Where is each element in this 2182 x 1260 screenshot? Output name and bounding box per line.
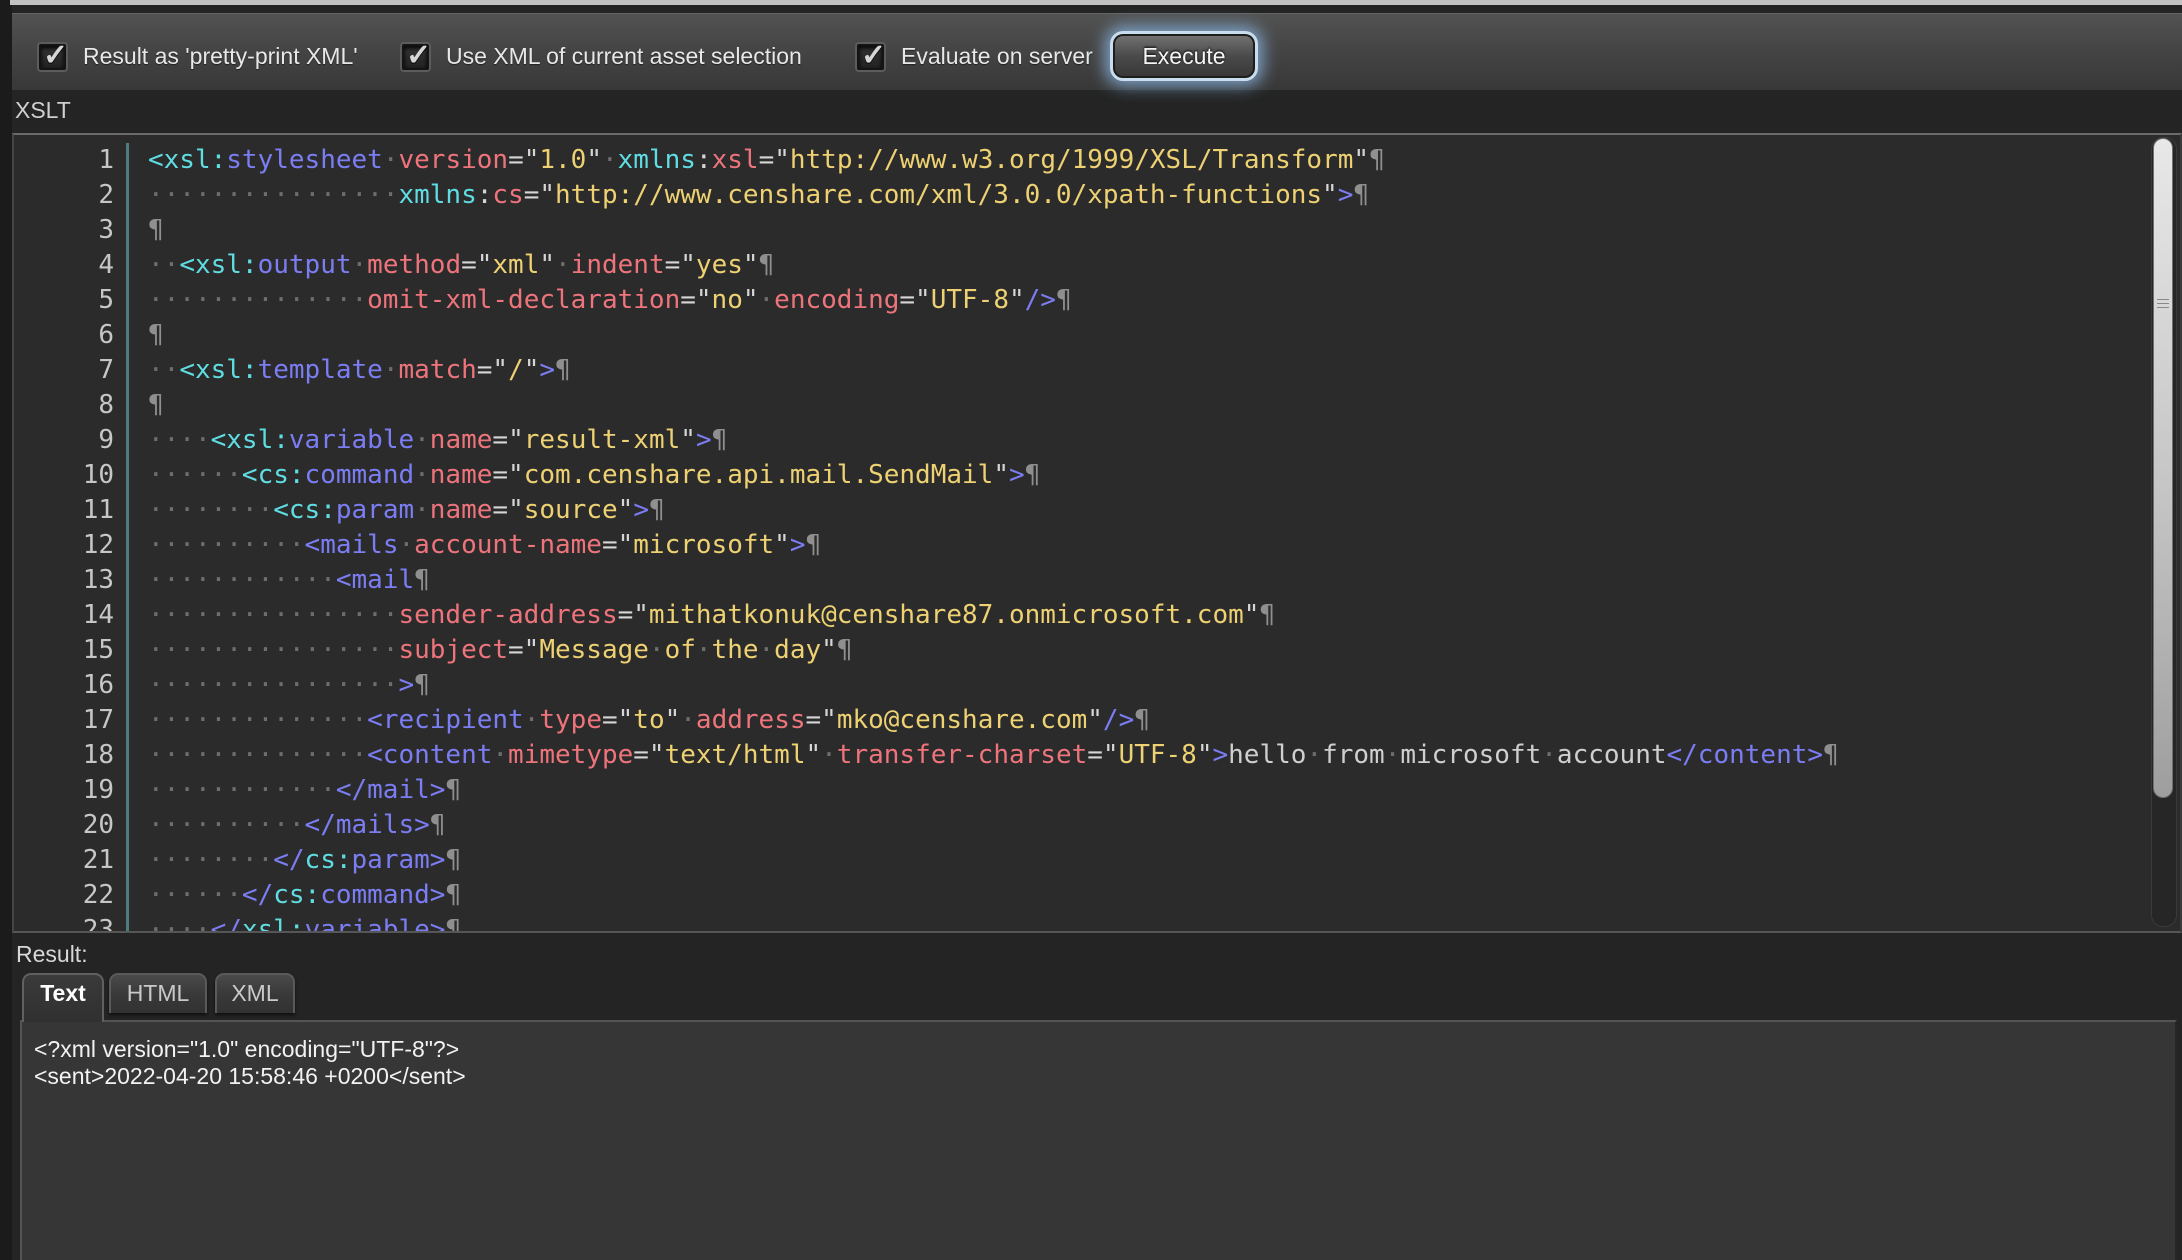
line-number: 12: [14, 528, 129, 563]
code-line[interactable]: 5··············omit-xml-declaration="no"…: [14, 283, 2180, 318]
top-divider-strip: [10, 0, 2182, 5]
line-number: 6: [14, 318, 129, 353]
evaluate-on-server-label: Evaluate on server: [901, 43, 1093, 70]
use-xml-selection-label: Use XML of current asset selection: [446, 43, 802, 70]
line-number: 14: [14, 598, 129, 633]
result-line: <?xml version="1.0" encoding="UTF-8"?>: [34, 1036, 2161, 1063]
code-lines: 1<xsl:stylesheet·version="1.0"·xmlns:xsl…: [14, 143, 2180, 933]
window-left-edge: [0, 0, 12, 1260]
code-text: ······</cs:command>¶: [129, 878, 461, 913]
line-number: 10: [14, 458, 129, 493]
xslt-section-label: XSLT: [15, 97, 71, 124]
line-number: 5: [14, 283, 129, 318]
code-line[interactable]: 18··············<content·mimetype="text/…: [14, 738, 2180, 773]
pretty-print-xml-checkbox[interactable]: ✓: [39, 44, 66, 70]
code-line[interactable]: 16················>¶: [14, 668, 2180, 703]
code-text: ················>¶: [129, 668, 430, 703]
code-text: ¶: [129, 213, 164, 248]
code-line[interactable]: 7··<xsl:template·match="/">¶: [14, 353, 2180, 388]
line-number: 19: [14, 773, 129, 808]
use-xml-selection-checkbox[interactable]: ✓: [402, 44, 429, 70]
code-line[interactable]: 9····<xsl:variable·name="result-xml">¶: [14, 423, 2180, 458]
editor-scrollbar-track[interactable]: [2151, 137, 2177, 927]
code-line[interactable]: 3¶: [14, 213, 2180, 248]
code-text: ········<cs:param·name="source">¶: [129, 493, 665, 528]
line-number: 7: [14, 353, 129, 388]
code-line[interactable]: 19············</mail>¶: [14, 773, 2180, 808]
checkbox-group-pretty-print: ✓ Result as 'pretty-print XML': [39, 43, 358, 70]
checkmark-icon: ✓: [43, 38, 68, 73]
code-text: ··········<mails·account-name="microsoft…: [129, 528, 821, 563]
toolbar: ✓ Result as 'pretty-print XML' ✓ Use XML…: [12, 13, 2182, 90]
line-number: 22: [14, 878, 129, 913]
line-number: 2: [14, 178, 129, 213]
code-line[interactable]: 10······<cs:command·name="com.censhare.a…: [14, 458, 2180, 493]
code-line[interactable]: 21········</cs:param>¶: [14, 843, 2180, 878]
code-text: ················xmlns:cs="http://www.cen…: [129, 178, 1369, 213]
code-line[interactable]: 12··········<mails·account-name="microso…: [14, 528, 2180, 563]
code-line[interactable]: 14················sender-address="mithat…: [14, 598, 2180, 633]
checkmark-icon: ✓: [861, 38, 886, 73]
code-line[interactable]: 8¶: [14, 388, 2180, 423]
code-line[interactable]: 22······</cs:command>¶: [14, 878, 2180, 913]
code-text: ················subject="Message·of·the·…: [129, 633, 852, 668]
checkbox-group-evaluate: ✓ Evaluate on server: [857, 43, 1093, 70]
result-line: <sent>2022-04-20 15:58:46 +0200</sent>: [34, 1063, 2161, 1090]
line-number: 17: [14, 703, 129, 738]
code-text: ··········</mails>¶: [129, 808, 445, 843]
code-text: ··<xsl:template·match="/">¶: [129, 353, 571, 388]
line-number: 18: [14, 738, 129, 773]
tab-xml[interactable]: XML: [215, 973, 295, 1013]
code-line[interactable]: 1<xsl:stylesheet·version="1.0"·xmlns:xsl…: [14, 143, 2180, 178]
code-text: ······<cs:command·name="com.censhare.api…: [129, 458, 1040, 493]
code-text: ····<xsl:variable·name="result-xml">¶: [129, 423, 727, 458]
code-line[interactable]: 13············<mail¶: [14, 563, 2180, 598]
line-number: 20: [14, 808, 129, 843]
code-text: ············</mail>¶: [129, 773, 461, 808]
line-number: 23: [14, 913, 129, 933]
code-text: ········</cs:param>¶: [129, 843, 461, 878]
result-section-label: Result:: [16, 941, 88, 968]
code-line[interactable]: 4··<xsl:output·method="xml"·indent="yes"…: [14, 248, 2180, 283]
tab-text[interactable]: Text: [22, 973, 104, 1022]
line-number: 15: [14, 633, 129, 668]
execute-button[interactable]: Execute: [1110, 31, 1258, 81]
line-number: 1: [14, 143, 129, 178]
code-text: ··············<content·mimetype="text/ht…: [129, 738, 1839, 773]
code-line[interactable]: 6¶: [14, 318, 2180, 353]
code-text: ··············omit-xml-declaration="no"·…: [129, 283, 1072, 318]
line-number: 16: [14, 668, 129, 703]
evaluate-on-server-checkbox[interactable]: ✓: [857, 44, 884, 70]
line-number: 9: [14, 423, 129, 458]
xslt-debugger-window: { "toolbar": { "check_glyph": "\u2713", …: [0, 0, 2182, 1260]
code-line[interactable]: 23····</xsl:variable>¶: [14, 913, 2180, 933]
checkbox-group-use-xml: ✓ Use XML of current asset selection: [402, 43, 802, 70]
code-line[interactable]: 11········<cs:param·name="source">¶: [14, 493, 2180, 528]
code-text: ¶: [129, 318, 164, 353]
code-line[interactable]: 2················xmlns:cs="http://www.ce…: [14, 178, 2180, 213]
checkmark-icon: ✓: [406, 38, 431, 73]
code-line[interactable]: 17··············<recipient·type="to"·add…: [14, 703, 2180, 738]
line-number: 4: [14, 248, 129, 283]
code-line[interactable]: 15················subject="Message·of·th…: [14, 633, 2180, 668]
line-number: 8: [14, 388, 129, 423]
editor-scrollbar-thumb[interactable]: [2153, 138, 2173, 798]
code-text: ····</xsl:variable>¶: [129, 913, 461, 933]
code-text: ··············<recipient·type="to"·addre…: [129, 703, 1150, 738]
tab-html[interactable]: HTML: [109, 973, 207, 1013]
code-text: ················sender-address="mithatko…: [129, 598, 1275, 633]
line-number: 21: [14, 843, 129, 878]
scrollbar-grip-icon: [2157, 299, 2169, 311]
line-number: 3: [14, 213, 129, 248]
pretty-print-xml-label: Result as 'pretty-print XML': [83, 43, 358, 70]
line-number: 13: [14, 563, 129, 598]
xslt-code-editor[interactable]: 1<xsl:stylesheet·version="1.0"·xmlns:xsl…: [12, 133, 2182, 933]
code-text: ··<xsl:output·method="xml"·indent="yes"¶: [129, 248, 774, 283]
result-output[interactable]: <?xml version="1.0" encoding="UTF-8"?> <…: [20, 1020, 2177, 1260]
code-text: ¶: [129, 388, 164, 423]
code-text: <xsl:stylesheet·version="1.0"·xmlns:xsl=…: [129, 143, 1385, 178]
line-number: 11: [14, 493, 129, 528]
code-text: ············<mail¶: [129, 563, 430, 598]
code-line[interactable]: 20··········</mails>¶: [14, 808, 2180, 843]
